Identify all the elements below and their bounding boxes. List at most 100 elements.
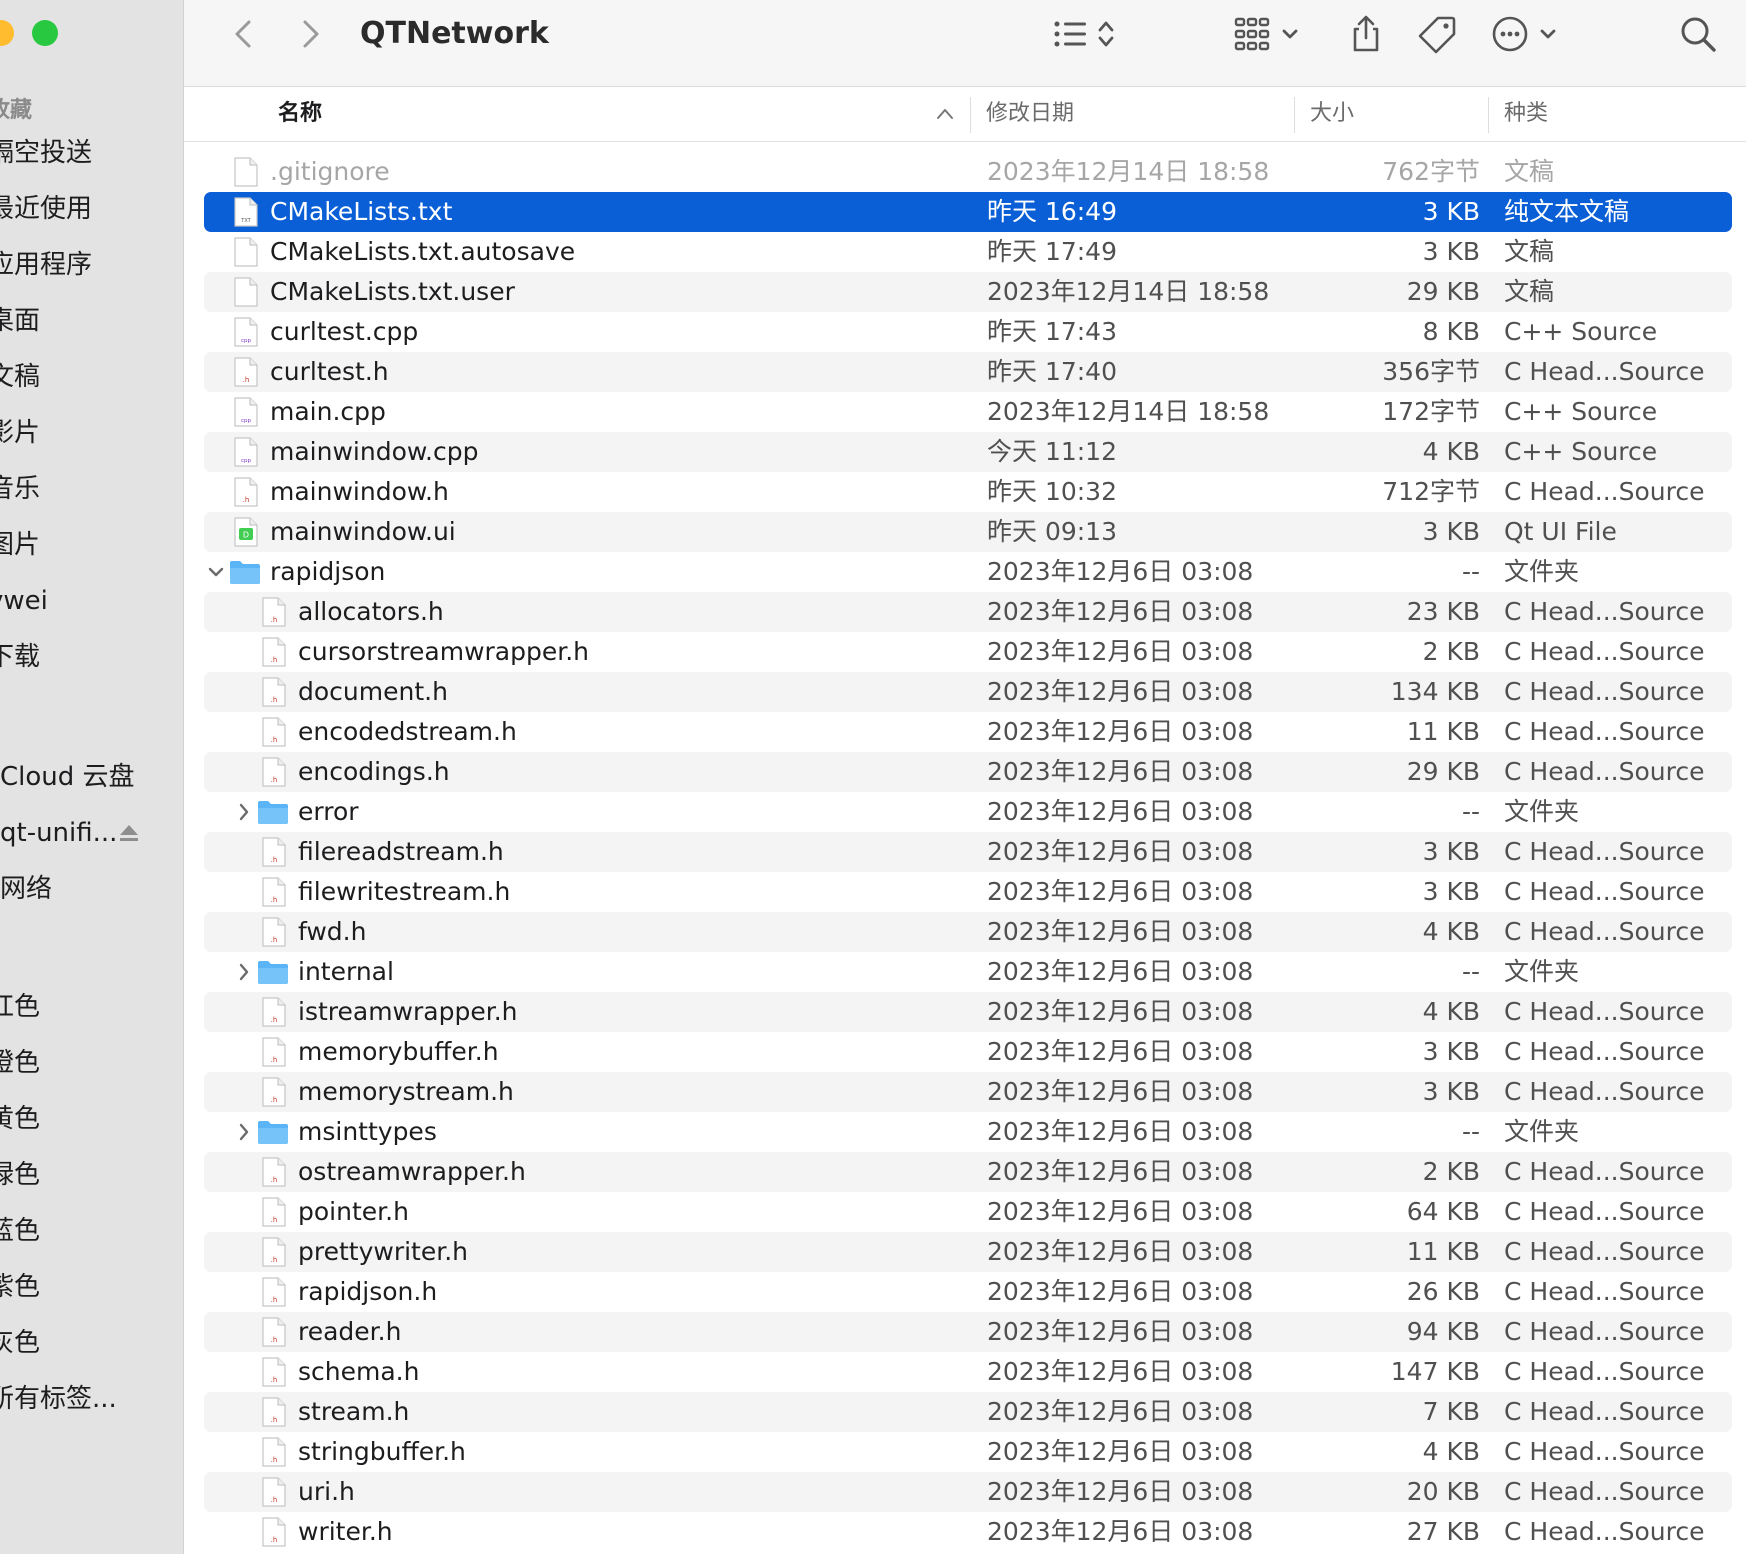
list-view-icon[interactable]	[1052, 14, 1128, 54]
file-name: fwd.h	[298, 917, 367, 946]
file-row[interactable]: .h encodedstream.h 2023年12月6日 03:08 11 KB C …	[204, 712, 1732, 752]
forward-icon[interactable]	[290, 14, 330, 54]
sidebar-item-network[interactable]: 网络	[0, 869, 52, 909]
sidebar-tag-blue[interactable]: 蓝色	[0, 1211, 40, 1251]
sidebar-item-icloud-drive[interactable]: Cloud 云盘	[0, 757, 135, 797]
zoom-window-button[interactable]	[32, 20, 58, 46]
sidebar-tag-red[interactable]: 红色	[0, 987, 40, 1027]
file-row[interactable]: .h mainwindow.h 昨天 10:32 712字节 C Head...Sour…	[204, 472, 1732, 512]
file-row[interactable]: .gitignore 2023年12月14日 18:58 762字节 文稿	[204, 152, 1732, 192]
qt-ui-file-icon: D	[234, 517, 258, 547]
folder-row[interactable]: error 2023年12月6日 03:08 -- 文件夹	[204, 792, 1732, 832]
column-size[interactable]: 大小	[1310, 87, 1354, 141]
file-row[interactable]: cpp main.cpp 2023年12月14日 18:58 172字节 C++ Sou…	[204, 392, 1732, 432]
file-row[interactable]: .h writer.h 2023年12月6日 03:08 27 KB C Head...…	[204, 1512, 1732, 1552]
svg-text:cpp: cpp	[241, 418, 252, 424]
sidebar-item-desktop[interactable]: 桌面	[0, 301, 40, 341]
folder-row[interactable]: internal 2023年12月6日 03:08 -- 文件夹	[204, 952, 1732, 992]
sort-ascending-icon[interactable]	[936, 106, 954, 122]
folder-icon	[258, 801, 288, 824]
folder-row[interactable]: msinttypes 2023年12月6日 03:08 -- 文件夹	[204, 1112, 1732, 1152]
header-file-icon: .h	[262, 597, 286, 627]
sidebar-item-applications[interactable]: 应用程序	[0, 245, 92, 285]
grid-view-icon[interactable]	[1234, 14, 1310, 54]
file-date-modified: 2023年12月6日 03:08	[987, 917, 1254, 946]
header-file-icon: .h	[262, 1197, 286, 1227]
file-row[interactable]: .h document.h 2023年12月6日 03:08 134 KB C Head…	[204, 672, 1732, 712]
file-row[interactable]: cpp mainwindow.cpp 今天 11:12 4 KB C++ Source	[204, 432, 1732, 472]
column-name[interactable]: 名称	[278, 87, 322, 141]
search-icon[interactable]	[1678, 14, 1718, 54]
file-row[interactable]: .h encodings.h 2023年12月6日 03:08 29 KB C Head…	[204, 752, 1732, 792]
file-row[interactable]: .h schema.h 2023年12月6日 03:08 147 KB C Head..…	[204, 1352, 1732, 1392]
file-row[interactable]: TXT CMakeLists.txt 昨天 16:49 3 KB 纯文本文稿	[204, 192, 1732, 232]
sidebar-item-home[interactable]: vwei	[0, 581, 48, 621]
file-row[interactable]: .h memorystream.h 2023年12月6日 03:08 3 KB C He…	[204, 1072, 1732, 1112]
file-row[interactable]: .h filewritestream.h 2023年12月6日 03:08 3 KB C…	[204, 872, 1732, 912]
tag-icon[interactable]	[1418, 14, 1458, 54]
file-row[interactable]: .h uri.h 2023年12月6日 03:08 20 KB C Head...Sou…	[204, 1472, 1732, 1512]
sidebar-tag-orange[interactable]: 橙色	[0, 1043, 40, 1083]
sidebar-item-volume[interactable]: qt-unifi...	[0, 813, 117, 853]
sidebar-tag-all-tags[interactable]: 所有标签...	[0, 1379, 117, 1419]
file-name: mainwindow.cpp	[270, 437, 479, 466]
sidebar-item-documents[interactable]: 文稿	[0, 357, 40, 397]
file-kind: 文件夹	[1504, 957, 1580, 986]
header-file-icon: .h	[262, 757, 286, 787]
header-file-icon: .h	[262, 1517, 286, 1547]
disclosure-expanded-icon[interactable]	[206, 561, 226, 583]
file-kind: C Head...Source	[1504, 717, 1705, 746]
file-row[interactable]: .h curltest.h 昨天 17:40 356字节 C Head...Source	[204, 352, 1732, 392]
file-row[interactable]: .h filereadstream.h 2023年12月6日 03:08 3 KB C …	[204, 832, 1732, 872]
share-icon[interactable]	[1346, 14, 1386, 54]
cpp-file-icon: cpp	[234, 397, 258, 427]
file-row[interactable]: .h pointer.h 2023年12月6日 03:08 64 KB C Head..…	[204, 1192, 1732, 1232]
sidebar-item-airdrop[interactable]: 隔空投送	[0, 133, 92, 173]
disclosure-collapsed-icon[interactable]	[234, 801, 254, 823]
file-row[interactable]: .h stream.h 2023年12月6日 03:08 7 KB C Head...S…	[204, 1392, 1732, 1432]
header-file-icon: .h	[262, 1397, 286, 1427]
file-date-modified: 2023年12月6日 03:08	[987, 1037, 1254, 1066]
sidebar-tag-green[interactable]: 绿色	[0, 1155, 40, 1195]
disclosure-collapsed-icon[interactable]	[234, 1121, 254, 1143]
sidebar-item-pictures[interactable]: 图片	[0, 525, 40, 565]
file-date-modified: 2023年12月6日 03:08	[987, 757, 1254, 786]
file-row[interactable]: .h reader.h 2023年12月6日 03:08 94 KB C Head...…	[204, 1312, 1732, 1352]
sidebar-tag-yellow[interactable]: 黄色	[0, 1099, 40, 1139]
file-row[interactable]: .h cursorstreamwrapper.h 2023年12月6日 03:08 2…	[204, 632, 1732, 672]
header-file-icon: .h	[262, 1277, 286, 1307]
file-name: main.cpp	[270, 397, 386, 426]
folder-row[interactable]: rapidjson 2023年12月6日 03:08 -- 文件夹	[204, 552, 1732, 592]
file-kind: C++ Source	[1504, 397, 1658, 426]
file-row[interactable]: .h prettywriter.h 2023年12月6日 03:08 11 KB C H…	[204, 1232, 1732, 1272]
file-row[interactable]: .h allocators.h 2023年12月6日 03:08 23 KB C Hea…	[204, 592, 1732, 632]
disclosure-collapsed-icon[interactable]	[234, 961, 254, 983]
file-kind: C Head...Source	[1504, 1077, 1705, 1106]
file-row[interactable]: .h rapidjson.h 2023年12月6日 03:08 26 KB C Head…	[204, 1272, 1732, 1312]
minimize-window-button[interactable]	[0, 20, 14, 46]
file-name: curltest.cpp	[270, 317, 419, 346]
file-row[interactable]: cpp curltest.cpp 昨天 17:43 8 KB C++ Source	[204, 312, 1732, 352]
file-row[interactable]: Dmainwindow.ui 昨天 09:13 3 KB Qt UI File	[204, 512, 1732, 552]
eject-icon[interactable]	[118, 822, 140, 844]
sidebar-tag-purple[interactable]: 紫色	[0, 1267, 40, 1307]
file-row[interactable]: .h istreamwrapper.h 2023年12月6日 03:08 4 KB C …	[204, 992, 1732, 1032]
sidebar-tag-gray[interactable]: 灰色	[0, 1323, 40, 1363]
file-row[interactable]: .h memorybuffer.h 2023年12月6日 03:08 3 KB C He…	[204, 1032, 1732, 1072]
file-date-modified: 2023年12月6日 03:08	[987, 877, 1254, 906]
file-row[interactable]: CMakeLists.txt.autosave 昨天 17:49 3 KB 文稿	[204, 232, 1732, 272]
file-kind: C Head...Source	[1504, 837, 1705, 866]
file-row[interactable]: .h ostreamwrapper.h 2023年12月6日 03:08 2 KB C …	[204, 1152, 1732, 1192]
file-row[interactable]: .h stringbuffer.h 2023年12月6日 03:08 4 KB C He…	[204, 1432, 1732, 1472]
back-icon[interactable]	[224, 14, 264, 54]
file-row[interactable]: .h fwd.h 2023年12月6日 03:08 4 KB C Head...Sour…	[204, 912, 1732, 952]
file-row[interactable]: CMakeLists.txt.user 2023年12月14日 18:58 29 K…	[204, 272, 1732, 312]
sidebar-item-music[interactable]: 音乐	[0, 469, 40, 509]
sidebar-item-downloads[interactable]: 下载	[0, 637, 40, 677]
file-kind: 文稿	[1504, 237, 1555, 266]
more-actions-icon[interactable]	[1490, 14, 1566, 54]
sidebar-item-recents[interactable]: 最近使用	[0, 189, 92, 229]
sidebar-item-movies[interactable]: 影片	[0, 413, 40, 453]
column-kind[interactable]: 种类	[1504, 87, 1548, 141]
column-date-modified[interactable]: 修改日期	[986, 87, 1074, 141]
